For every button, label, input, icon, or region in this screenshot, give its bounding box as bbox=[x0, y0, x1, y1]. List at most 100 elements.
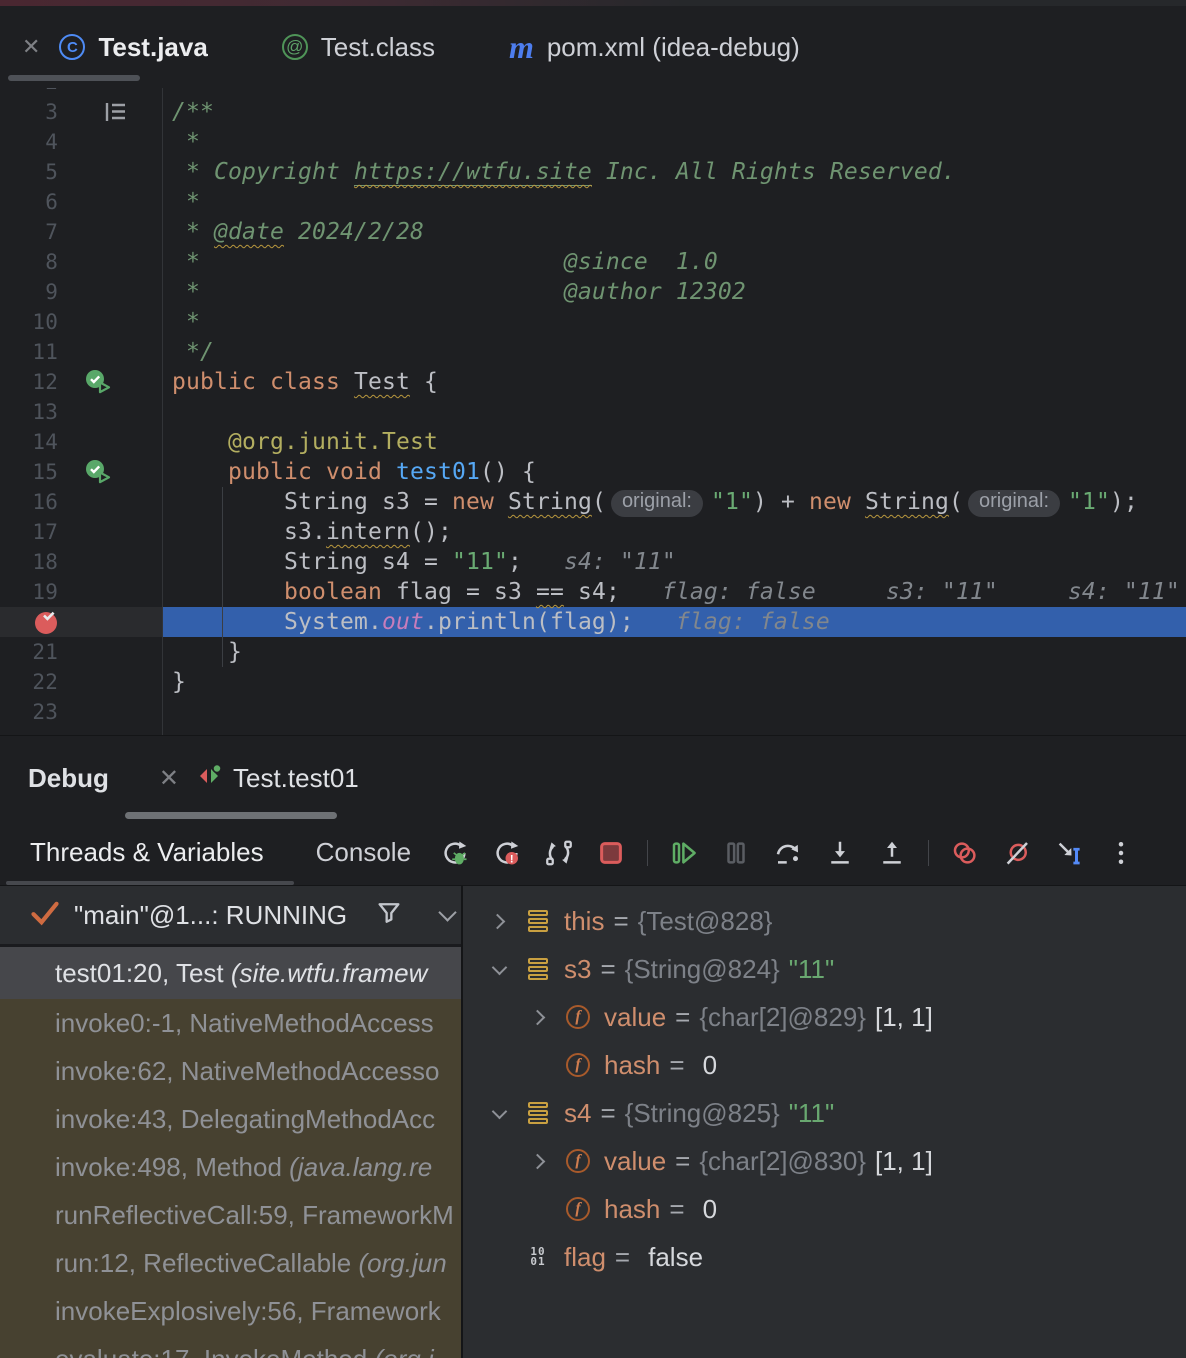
chevron-right-icon[interactable] bbox=[530, 1153, 546, 1169]
run-to-cursor-icon[interactable] bbox=[1053, 837, 1085, 869]
view-breakpoints-icon[interactable] bbox=[949, 837, 981, 869]
code-line-10[interactable]: 10 * bbox=[0, 307, 1186, 337]
more-options-icon[interactable] bbox=[1105, 837, 1137, 869]
code-line-7[interactable]: 7 * @date 2024/2/28 bbox=[0, 217, 1186, 247]
code-line-11[interactable]: 11 */ bbox=[0, 337, 1186, 367]
code-line-12[interactable]: 12public class Test { bbox=[0, 367, 1186, 397]
chevron-right-icon[interactable] bbox=[490, 913, 506, 929]
variable-string-value: "11" bbox=[789, 954, 834, 984]
variable-row-flag[interactable]: 1001flag=false bbox=[463, 1233, 1186, 1281]
code-line-2[interactable]: 2 bbox=[0, 88, 1186, 97]
code-line-15[interactable]: 15 public void test01() { bbox=[0, 457, 1186, 487]
code-line-6[interactable]: 6 * bbox=[0, 187, 1186, 217]
primitive-icon: 1001 bbox=[525, 1244, 551, 1270]
variable-name: hash bbox=[604, 1050, 660, 1080]
step-out-icon[interactable] bbox=[876, 837, 908, 869]
variable-row-value[interactable]: fvalue={char[2]@830}[1, 1] bbox=[463, 1137, 1186, 1185]
line-number: 22 bbox=[0, 667, 58, 697]
code-line-3[interactable]: 3/** bbox=[0, 97, 1186, 127]
debug-tab-underline bbox=[125, 812, 337, 819]
variable-string-value: "11" bbox=[789, 1098, 834, 1128]
tab-threads-variables[interactable]: Threads & Variables bbox=[30, 837, 264, 868]
test-passed-run-icon[interactable] bbox=[84, 369, 116, 404]
code-editor[interactable]: 23/**4 *5 * Copyright https://wtfu.site … bbox=[0, 88, 1186, 735]
stack-frame-row[interactable]: invoke:498, Method (java.lang.re bbox=[0, 1143, 461, 1191]
inlay-hint-pill: original: bbox=[611, 490, 703, 517]
code-text: * bbox=[172, 127, 200, 157]
field-icon: f bbox=[565, 1148, 591, 1174]
stack-frame-row[interactable]: run:12, ReflectiveCallable (org.jun bbox=[0, 1239, 461, 1287]
editor-tab-label: Test.class bbox=[321, 32, 435, 63]
test-passed-run-icon[interactable] bbox=[84, 459, 116, 494]
variable-value: false bbox=[648, 1242, 703, 1272]
thread-selector[interactable]: "main"@1...: RUNNING bbox=[0, 886, 461, 947]
chevron-down-icon[interactable] bbox=[491, 959, 507, 975]
stack-frame-row[interactable]: invoke:43, DelegatingMethodAcc bbox=[0, 1095, 461, 1143]
rerun-debug-icon[interactable] bbox=[439, 837, 471, 869]
debug-session-tab-label: Test.test01 bbox=[233, 763, 359, 794]
rerun-failed-tests-icon[interactable]: ! bbox=[491, 837, 523, 869]
chevron-down-icon[interactable] bbox=[438, 903, 456, 921]
code-line-19[interactable]: 19 boolean flag = s3 == s4; flag: false … bbox=[0, 577, 1186, 607]
code-line-20[interactable]: System.out.println(flag); flag: false bbox=[0, 607, 1186, 637]
code-line-8[interactable]: 8 * @since 1.0 bbox=[0, 247, 1186, 277]
code-line-21[interactable]: 21 } bbox=[0, 637, 1186, 667]
doc-comment-icon[interactable] bbox=[103, 101, 129, 131]
tab-console[interactable]: Console bbox=[316, 837, 411, 868]
code-line-5[interactable]: 5 * Copyright https://wtfu.site Inc. All… bbox=[0, 157, 1186, 187]
step-over-icon[interactable] bbox=[772, 837, 804, 869]
line-number: 4 bbox=[0, 127, 58, 157]
field-icon: f bbox=[565, 1052, 591, 1078]
variable-name: hash bbox=[604, 1194, 660, 1224]
stack-frame-row[interactable]: invoke0:-1, NativeMethodAccess bbox=[0, 999, 461, 1047]
frame-location: runReflectiveCall:59, FrameworkM bbox=[55, 1200, 454, 1230]
code-line-17[interactable]: 17 s3.intern(); bbox=[0, 517, 1186, 547]
code-line-23[interactable]: 23 bbox=[0, 697, 1186, 727]
equals-sign: = bbox=[615, 1242, 630, 1272]
code-line-4[interactable]: 4 * bbox=[0, 127, 1186, 157]
variable-row-s3[interactable]: s3={String@824}"11" bbox=[463, 945, 1186, 993]
variable-row-this[interactable]: this={Test@828} bbox=[463, 897, 1186, 945]
variable-row-hash[interactable]: fhash=0 bbox=[463, 1185, 1186, 1233]
code-line-14[interactable]: 14 @org.junit.Test bbox=[0, 427, 1186, 457]
variable-row-s4[interactable]: s4={String@825}"11" bbox=[463, 1089, 1186, 1137]
code-line-18[interactable]: 18 String s4 = "11"; s4: "11" bbox=[0, 547, 1186, 577]
stack-frame-row[interactable]: test01:20, Test (site.wtfu.framew bbox=[0, 947, 461, 999]
resume-icon[interactable] bbox=[668, 837, 700, 869]
thread-label: "main"@1...: RUNNING bbox=[74, 900, 347, 931]
variable-row-value[interactable]: fvalue={char[2]@829}[1, 1] bbox=[463, 993, 1186, 1041]
variable-row-hash[interactable]: fhash=0 bbox=[463, 1041, 1186, 1089]
chevron-down-icon[interactable] bbox=[491, 1103, 507, 1119]
code-line-9[interactable]: 9 * @author 12302 bbox=[0, 277, 1186, 307]
stack-frame-row[interactable]: runReflectiveCall:59, FrameworkM bbox=[0, 1191, 461, 1239]
close-icon[interactable]: ✕ bbox=[159, 764, 179, 793]
close-icon[interactable]: ✕ bbox=[22, 34, 40, 60]
stack-frame-row[interactable]: invoke:62, NativeMethodAccesso bbox=[0, 1047, 461, 1095]
code-text: String s4 = "11"; s4: "11" bbox=[172, 547, 676, 577]
line-number: 18 bbox=[0, 547, 58, 577]
editor-tab-Test.class[interactable]: @Test.class bbox=[282, 32, 435, 63]
mute-breakpoints-icon[interactable] bbox=[1001, 837, 1033, 869]
line-number: 7 bbox=[0, 217, 58, 247]
line-number: 12 bbox=[0, 367, 58, 397]
variable-icon bbox=[525, 908, 551, 934]
code-line-13[interactable]: 13 bbox=[0, 397, 1186, 427]
editor-tab-pom.xml (idea-debug)[interactable]: mpom.xml (idea-debug) bbox=[509, 32, 800, 63]
step-into-icon[interactable] bbox=[824, 837, 856, 869]
debug-session-tab[interactable]: Test.test01 bbox=[197, 763, 359, 794]
stack-frame-row[interactable]: invokeExplosively:56, Framework bbox=[0, 1287, 461, 1335]
filter-icon[interactable] bbox=[375, 899, 403, 932]
code-line-22[interactable]: 22} bbox=[0, 667, 1186, 697]
editor-hscrollbar-thumb[interactable] bbox=[8, 75, 140, 81]
inlay-hint-pill: original: bbox=[968, 490, 1060, 517]
editor-tab-Test.java[interactable]: ✕CTest.java bbox=[22, 32, 208, 63]
line-number: 13 bbox=[0, 397, 58, 427]
chevron-right-icon[interactable] bbox=[530, 1009, 546, 1025]
stop-icon[interactable] bbox=[595, 837, 627, 869]
frame-package: (java.lang.re bbox=[289, 1152, 432, 1182]
pause-icon[interactable] bbox=[720, 837, 752, 869]
breakpoint-icon[interactable] bbox=[34, 609, 62, 644]
stack-frame-row[interactable]: evaluate:17, InvokeMethod (org.j bbox=[0, 1335, 461, 1358]
code-line-16[interactable]: 16 String s3 = new String(original:"1") … bbox=[0, 487, 1186, 517]
restart-icon[interactable] bbox=[543, 837, 575, 869]
